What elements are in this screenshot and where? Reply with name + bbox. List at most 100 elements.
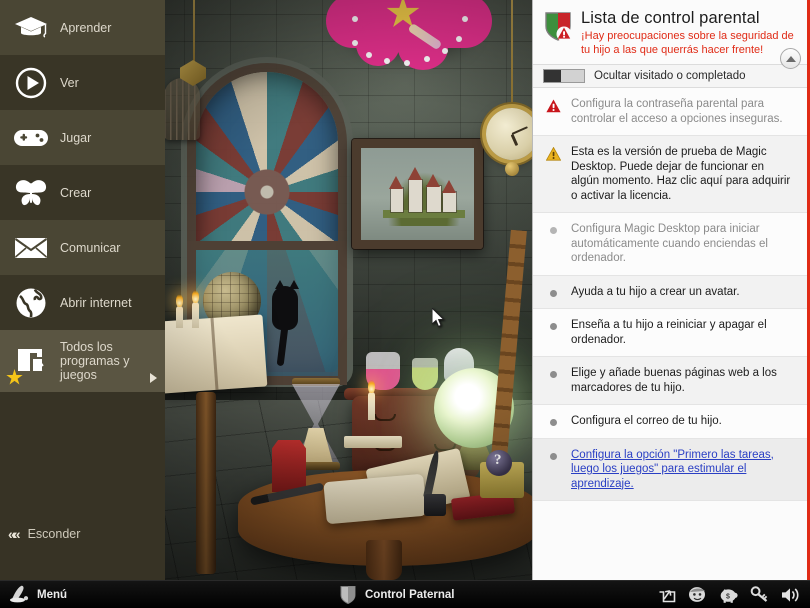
sidebar-item-aprender[interactable]: Aprender	[0, 0, 165, 55]
list-item-link[interactable]: Configura la opción "Primero las tareas,…	[571, 448, 795, 492]
sidebar-item-label: Ver	[60, 76, 79, 90]
bullet-icon	[545, 448, 561, 492]
wall-clock	[486, 108, 538, 160]
face-head-icon[interactable]	[688, 586, 707, 604]
chevron-right-icon	[150, 373, 157, 383]
share-export-icon[interactable]	[657, 586, 676, 604]
sidebar-item-comunicar[interactable]: Comunicar	[0, 220, 165, 275]
main-sidebar: Aprender Ver Jugar	[0, 0, 165, 580]
question-mark-icon: ?	[494, 452, 502, 469]
butterfly-icon	[10, 172, 52, 214]
sidebar-item-abrir-internet[interactable]: Abrir internet	[0, 275, 165, 330]
sidebar-item-ver[interactable]: Ver	[0, 55, 165, 110]
parchment-scroll	[323, 474, 426, 525]
list-item[interactable]: Ayuda a tu hijo a crear un avatar.	[533, 276, 807, 310]
list-item[interactable]: Configura la opción "Primero las tareas,…	[533, 439, 807, 502]
page-title: Lista de control parental	[581, 8, 797, 28]
lectern-post	[196, 392, 216, 574]
candle	[176, 306, 183, 328]
start-menu-button[interactable]: Menú	[0, 585, 340, 605]
open-spellbook	[158, 314, 268, 393]
bullet-dim-icon	[545, 222, 561, 266]
shield-icon	[340, 585, 357, 604]
svg-text:$: $	[726, 593, 730, 600]
play-circle-icon	[10, 62, 52, 104]
list-item-text: Configura la contraseña parental para co…	[571, 97, 795, 126]
candle-flame	[368, 380, 375, 393]
candle	[368, 392, 375, 420]
toggle-knob	[544, 70, 561, 82]
sidebar-item-todos-los-programas-y-juegos[interactable]: Todos los programas y juegos	[0, 330, 165, 392]
collapse-panel-button[interactable]	[780, 48, 801, 69]
system-tray: $	[657, 586, 810, 604]
list-item[interactable]: Configura Magic Desktop para iniciar aut…	[533, 213, 807, 276]
mouse-cursor	[432, 308, 445, 327]
double-chevron-left-icon: ««	[8, 526, 18, 542]
sidebar-item-label: Aprender	[60, 21, 111, 35]
sidebar-hide-label: Esconder	[28, 527, 81, 541]
sidebar-item-label: Crear	[60, 186, 91, 200]
chevron-up-icon	[786, 56, 796, 62]
hide-visited-label: Ocultar visitado o completado	[594, 70, 746, 82]
graduation-cap-icon	[10, 7, 52, 49]
bullet-icon	[545, 366, 561, 395]
candle-flame	[192, 290, 199, 303]
gamepad-icon	[10, 117, 52, 159]
list-item-text: Enseña a tu hijo a reiniciar y apagar el…	[571, 318, 795, 347]
sidebar-item-label: Jugar	[60, 131, 91, 145]
clock-chain	[511, 0, 513, 110]
warning-triangle-icon	[545, 145, 561, 203]
list-item[interactable]: Elige y añade buenas páginas web a los m…	[533, 357, 807, 405]
candle-flame	[176, 294, 183, 307]
taskbar-item-control-paternal[interactable]: Control Paternal	[340, 585, 454, 604]
cloud-bubble	[356, 22, 400, 66]
hide-visited-toggle-row[interactable]: Ocultar visitado o completado	[533, 64, 807, 88]
piggy-bank-icon[interactable]: $	[719, 586, 738, 604]
lantern-chain	[193, 0, 195, 62]
panel-subtitle: ¡Hay preocupaciones sobre la seguridad d…	[581, 30, 797, 57]
castle-picture-frame	[352, 139, 483, 249]
potion-bottle	[412, 358, 438, 390]
keys-icon[interactable]	[750, 586, 769, 604]
list-item[interactable]: Esta es la versión de prueba de Magic De…	[533, 136, 807, 213]
error-triangle-icon	[545, 97, 561, 126]
list-item-text: Elige y añade buenas páginas web a los m…	[571, 366, 795, 395]
black-cat	[272, 286, 298, 330]
start-menu-label: Menú	[37, 589, 67, 601]
clock-pendulum	[505, 162, 519, 176]
globe-icon	[10, 282, 52, 324]
sidebar-item-label: Abrir internet	[60, 296, 132, 310]
list-item[interactable]: Configura el correo de tu hijo.	[533, 405, 807, 439]
list-item-text: Configura Magic Desktop para iniciar aut…	[571, 222, 795, 266]
sidebar-item-crear[interactable]: Crear	[0, 165, 165, 220]
list-item[interactable]: Configura la contraseña parental para co…	[533, 88, 807, 136]
list-item-text: Esta es la versión de prueba de Magic De…	[571, 145, 795, 203]
list-item-text: Ayuda a tu hijo a crear un avatar.	[571, 285, 740, 300]
wizard-hat-icon	[8, 585, 30, 605]
hide-visited-toggle[interactable]	[543, 69, 585, 83]
sidebar-item-label: Comunicar	[60, 241, 120, 255]
bullet-icon	[545, 285, 561, 300]
red-lantern	[272, 440, 306, 492]
panel-header: Lista de control parental ¡Hay preocupac…	[533, 0, 807, 64]
taskbar-item-label: Control Paternal	[365, 589, 454, 601]
ink-pot	[424, 494, 446, 516]
envelope-icon	[10, 227, 52, 269]
candle	[192, 302, 199, 328]
magic-desktop-window: ? Aprender Ve	[0, 0, 810, 608]
sidebar-hide-button[interactable]: «« Esconder	[0, 520, 165, 548]
castle-illustration	[383, 166, 465, 226]
bullet-icon	[545, 414, 561, 429]
list-item[interactable]: Enseña a tu hijo a reiniciar y apagar el…	[533, 309, 807, 357]
list-item-text: Configura el correo de tu hijo.	[571, 414, 722, 429]
parental-control-panel: Lista de control parental ¡Hay preocupac…	[532, 0, 810, 580]
taskbar: Menú Control Paternal	[0, 580, 810, 608]
book-stack	[344, 436, 402, 448]
bullet-icon	[545, 318, 561, 347]
birdcage	[164, 78, 200, 140]
checklist: Configura la contraseña parental para co…	[533, 88, 807, 501]
shield-warning-icon	[543, 10, 573, 42]
sidebar-item-jugar[interactable]: Jugar	[0, 110, 165, 165]
volume-icon[interactable]	[781, 586, 800, 604]
table-leg	[366, 540, 402, 580]
